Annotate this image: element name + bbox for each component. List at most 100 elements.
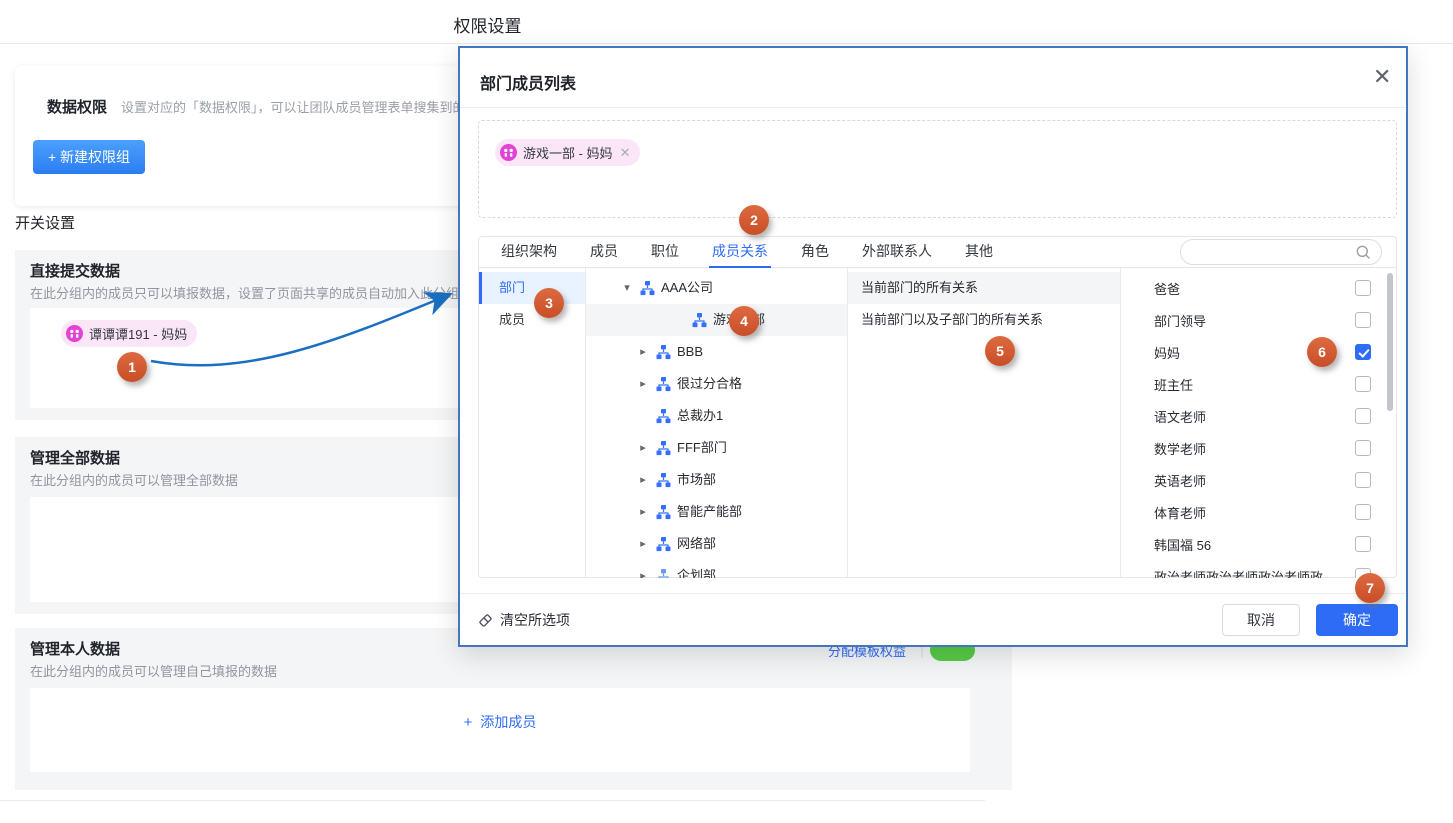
caret-right-icon[interactable]: ▸ <box>636 464 650 496</box>
member-option[interactable]: 妈妈 <box>1121 336 1396 368</box>
department-icon <box>692 313 707 328</box>
tree-node[interactable]: ▸ FFF部门 <box>586 432 847 464</box>
tree-node[interactable]: ▸ BBB <box>586 336 847 368</box>
category-nav-column: 部门 成员 <box>479 268 586 578</box>
member-option[interactable]: 语文老师 <box>1121 400 1396 432</box>
tree-node-label: AAA公司 <box>661 272 713 304</box>
checkbox[interactable] <box>1355 408 1371 424</box>
relation-icon <box>66 325 83 342</box>
tree-node[interactable]: 游戏一部 <box>586 304 847 336</box>
tree-node-label: 市场部 <box>677 464 716 496</box>
cancel-button[interactable]: 取消 <box>1222 604 1300 636</box>
tree-node-label: 智能产能部 <box>677 496 742 528</box>
tab-org-structure[interactable]: 组织架构 <box>501 237 557 267</box>
new-permission-group-button[interactable]: + 新建权限组 <box>33 140 145 174</box>
caret-right-icon[interactable]: ▸ <box>636 432 650 464</box>
member-tag-label: 谭谭谭191 - 妈妈 <box>89 324 187 343</box>
checkbox[interactable] <box>1355 376 1371 392</box>
tree-node-label: FFF部门 <box>677 432 727 464</box>
add-member-link[interactable]: +添加成员 <box>30 712 970 732</box>
department-tree-column: ▾ AAA公司 游戏一部 ▸ BBB ▸ 很过分合格 <box>586 268 848 578</box>
tree-node[interactable]: ▸ 企划部 <box>586 560 847 578</box>
selected-tag[interactable]: 游戏一部 - 妈妈 ✕ <box>495 139 640 166</box>
department-icon <box>656 505 671 520</box>
tree-node-label: 总裁办1 <box>677 400 723 432</box>
section-description: 在此分组内的成员只可以填报数据，设置了页面共享的成员自动加入此分组 <box>30 283 459 302</box>
search-icon <box>1356 245 1371 260</box>
department-icon <box>656 409 671 424</box>
tree-node-label: BBB <box>677 336 703 368</box>
member-option[interactable]: 英语老师 <box>1121 464 1396 496</box>
caret-right-icon[interactable]: ▸ <box>636 336 650 368</box>
relation-option[interactable]: 当前部门的所有关系 <box>848 272 1120 304</box>
department-icon <box>656 473 671 488</box>
member-list-box: +添加成员 <box>30 688 970 772</box>
tab-members[interactable]: 成员 <box>590 237 618 267</box>
tree-node[interactable]: ▸ 网络部 <box>586 528 847 560</box>
page-header: 权限设置 <box>0 0 1453 44</box>
card-title: 数据权限 <box>47 99 107 116</box>
checkbox[interactable] <box>1355 472 1371 488</box>
dialog-title: 部门成员列表 <box>480 70 576 94</box>
tree-node[interactable]: 总裁办1 <box>586 400 847 432</box>
eraser-icon <box>478 613 493 628</box>
divider <box>460 593 1406 594</box>
checkbox[interactable] <box>1355 504 1371 520</box>
nav-item-department[interactable]: 部门 <box>479 272 585 304</box>
tab-external-contacts[interactable]: 外部联系人 <box>862 237 932 267</box>
annotation-step-5: 5 <box>985 336 1015 366</box>
search-input[interactable] <box>1193 241 1353 263</box>
annotation-step-3: 3 <box>534 288 564 318</box>
department-icon <box>656 345 671 360</box>
clear-selection-link[interactable]: 清空所选项 <box>478 610 570 630</box>
checkbox[interactable] <box>1355 344 1371 360</box>
member-option[interactable]: 政治老师政治老师政治老师政治老... <box>1121 560 1396 578</box>
caret-right-icon[interactable]: ▸ <box>636 528 650 560</box>
annotation-step-6: 6 <box>1307 337 1337 367</box>
member-option[interactable]: 体育老师 <box>1121 496 1396 528</box>
member-option[interactable]: 数学老师 <box>1121 432 1396 464</box>
checkbox[interactable] <box>1355 536 1371 552</box>
search-box <box>1180 239 1382 265</box>
caret-right-icon[interactable]: ▸ <box>636 368 650 400</box>
tab-positions[interactable]: 职位 <box>651 237 679 267</box>
selected-items-box: 游戏一部 - 妈妈 ✕ <box>478 120 1397 218</box>
tab-roles[interactable]: 角色 <box>801 237 829 267</box>
checkbox[interactable] <box>1355 312 1371 328</box>
tree-node-label: 企划部 <box>677 560 716 578</box>
department-icon <box>656 537 671 552</box>
tab-others[interactable]: 其他 <box>965 237 993 267</box>
close-icon[interactable]: ✕ <box>1373 66 1391 88</box>
checkbox[interactable] <box>1355 440 1371 456</box>
caret-down-icon[interactable]: ▾ <box>620 272 634 304</box>
selected-tag-label: 游戏一部 - 妈妈 <box>523 143 613 162</box>
tree-node[interactable]: ▸ 市场部 <box>586 464 847 496</box>
caret-right-icon[interactable]: ▸ <box>636 560 650 578</box>
remove-tag-icon[interactable]: ✕ <box>620 145 631 161</box>
nav-item-member[interactable]: 成员 <box>479 304 585 336</box>
tab-bar: 组织架构 成员 职位 成员关系 角色 外部联系人 其他 <box>479 237 1396 268</box>
section-title: 管理全部数据 <box>30 447 120 468</box>
scrollbar-thumb[interactable] <box>1387 273 1393 411</box>
checkbox[interactable] <box>1355 280 1371 296</box>
confirm-button[interactable]: 确定 <box>1316 604 1398 636</box>
card-description: 设置对应的「数据权限」，可以让团队成员管理表单搜集到的数据 <box>121 100 492 115</box>
tree-node[interactable]: ▸ 很过分合格 <box>586 368 847 400</box>
annotation-step-2: 2 <box>739 205 769 235</box>
relation-option[interactable]: 当前部门以及子部门的所有关系 <box>848 304 1120 336</box>
section-title: 直接提交数据 <box>30 260 120 281</box>
annotation-step-7: 7 <box>1355 573 1385 603</box>
caret-right-icon[interactable]: ▸ <box>636 496 650 528</box>
department-member-dialog: 部门成员列表 ✕ 游戏一部 - 妈妈 ✕ 组织架构 成员 职位 成员关系 角色 … <box>458 46 1408 647</box>
member-tag: 谭谭谭191 - 妈妈 <box>61 320 197 347</box>
tree-node[interactable]: ▸ 智能产能部 <box>586 496 847 528</box>
member-option[interactable]: 爸爸 <box>1121 272 1396 304</box>
member-option[interactable]: 班主任 <box>1121 368 1396 400</box>
relation-icon <box>500 144 517 161</box>
member-option[interactable]: 部门领导 <box>1121 304 1396 336</box>
member-option[interactable]: 韩国福 56 <box>1121 528 1396 560</box>
tab-member-relations[interactable]: 成员关系 <box>712 237 768 267</box>
section-manage-own: 管理本人数据 在此分组内的成员可以管理自己填报的数据 分配模板权益 | +添加成… <box>15 628 1012 790</box>
department-icon <box>640 281 655 296</box>
tree-node[interactable]: ▾ AAA公司 <box>586 272 847 304</box>
